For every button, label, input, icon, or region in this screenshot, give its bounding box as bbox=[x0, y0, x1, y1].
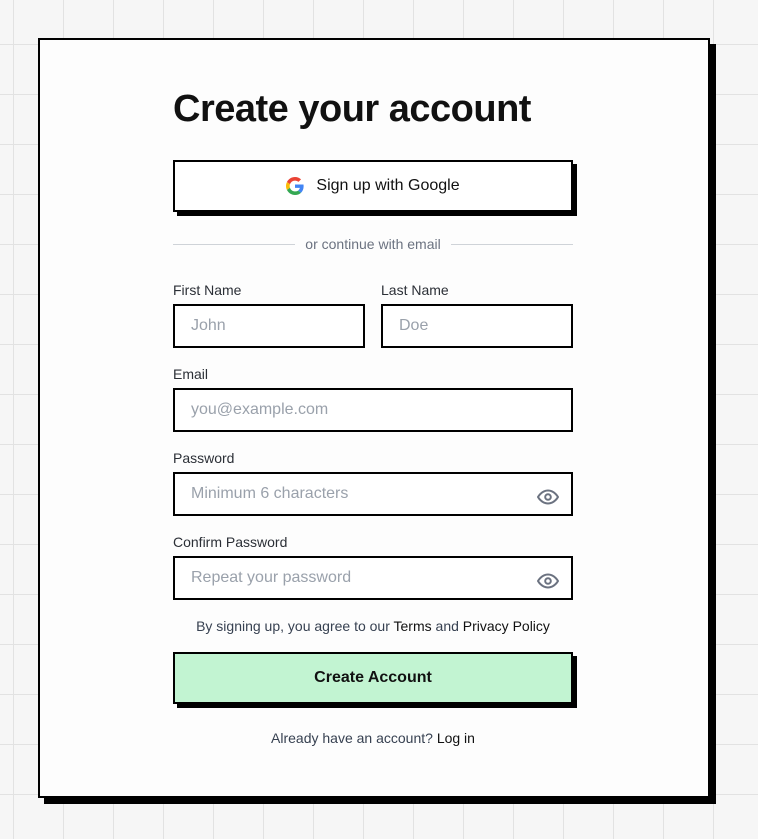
signup-card: Create your account Sign up with Google … bbox=[38, 38, 710, 798]
first-name-input[interactable] bbox=[191, 317, 347, 335]
password-label: Password bbox=[173, 450, 235, 466]
email-input[interactable] bbox=[191, 401, 555, 419]
divider-text: or continue with email bbox=[305, 236, 441, 252]
email-label: Email bbox=[173, 366, 209, 382]
confirm-password-label: Confirm Password bbox=[173, 534, 288, 550]
password-field[interactable] bbox=[173, 472, 573, 516]
divider-line-left bbox=[173, 243, 296, 245]
google-logo-icon bbox=[286, 177, 305, 195]
email-field[interactable] bbox=[173, 388, 573, 432]
login-link[interactable]: Log in bbox=[437, 730, 475, 746]
confirm-password-input[interactable] bbox=[191, 569, 536, 587]
email-divider: or continue with email bbox=[173, 236, 573, 252]
last-name-input[interactable] bbox=[399, 317, 555, 335]
create-account-button[interactable]: Create Account bbox=[173, 652, 573, 704]
terms-agreement: By signing up, you agree to our Terms an… bbox=[173, 618, 573, 634]
agreement-conjunction: and bbox=[435, 618, 459, 634]
google-signup-button[interactable]: Sign up with Google bbox=[173, 160, 573, 212]
first-name-label: First Name bbox=[173, 282, 242, 298]
last-name-field[interactable] bbox=[381, 304, 573, 348]
agreement-prefix: By signing up, you agree to our bbox=[196, 618, 390, 634]
divider-line-right bbox=[450, 243, 573, 245]
eye-icon[interactable] bbox=[536, 485, 560, 509]
eye-icon[interactable] bbox=[536, 569, 560, 593]
login-prompt: Already have an account? Log in bbox=[173, 730, 573, 746]
google-signup-label: Sign up with Google bbox=[316, 177, 460, 194]
password-input[interactable] bbox=[191, 485, 536, 503]
privacy-policy-link[interactable]: Privacy Policy bbox=[463, 618, 550, 634]
confirm-password-field[interactable] bbox=[173, 556, 573, 600]
terms-link[interactable]: Terms bbox=[394, 618, 432, 634]
first-name-field[interactable] bbox=[173, 304, 365, 348]
last-name-label: Last Name bbox=[381, 282, 449, 298]
page-title: Create your account bbox=[173, 88, 531, 130]
login-prompt-text: Already have an account? bbox=[271, 730, 433, 746]
